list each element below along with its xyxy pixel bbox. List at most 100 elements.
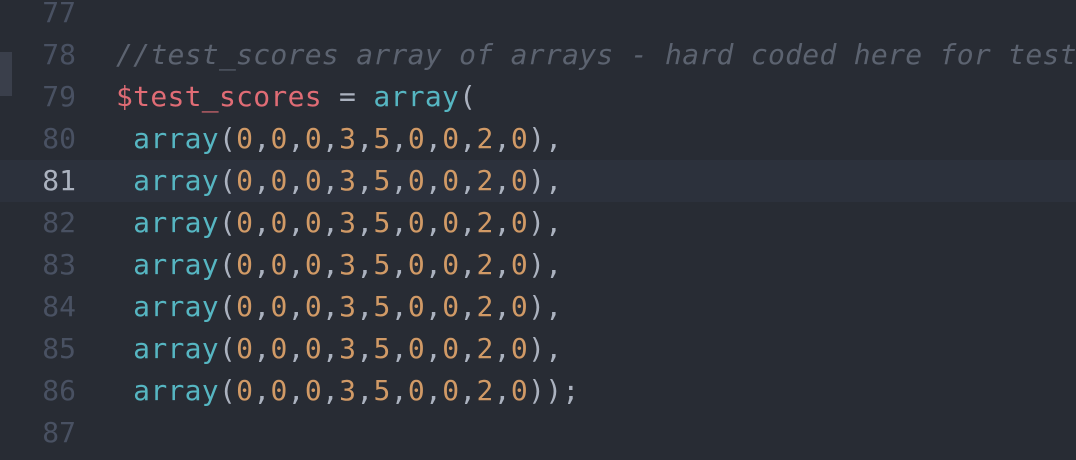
token-punct: , [322,290,340,323]
token-num: 5 [373,248,391,281]
token-punct: , [287,290,305,323]
token-punct: , [390,164,408,197]
line-number: 77 [42,0,76,29]
code-text[interactable]: array(0,0,0,3,5,0,0,2,0)); [116,370,580,412]
token-num: 0 [304,164,322,197]
token-fn: array [133,332,219,365]
token-num: 2 [476,164,494,197]
token-punct: ( [218,374,237,407]
token-punct: , [322,374,340,407]
token-num: 0 [407,122,426,155]
token-op [116,332,133,365]
code-line[interactable]: 80 array(0,0,0,3,5,0,0,2,0), [0,118,1076,160]
code-text[interactable]: array(0,0,0,3,5,0,0,2,0), [116,328,562,370]
token-num: 0 [270,248,288,281]
token-punct: , [322,248,340,281]
code-line[interactable]: 77 [0,0,1076,34]
token-num: 5 [373,164,391,197]
code-line[interactable]: 78 //test_scores array of arrays - hard c… [0,34,1076,76]
token-punct: , [287,122,305,155]
token-num: 0 [304,248,322,281]
token-punct: )); [528,374,580,407]
token-num: 5 [373,122,391,155]
token-num: 2 [476,290,494,323]
code-text[interactable]: array(0,0,0,3,5,0,0,2,0), [116,160,562,202]
token-punct: , [356,248,374,281]
token-punct: , [459,332,477,365]
token-num: 0 [510,374,529,407]
token-punct: ), [528,164,563,197]
code-line[interactable]: 86 array(0,0,0,3,5,0,0,2,0)); [0,370,1076,412]
token-punct: , [493,290,511,323]
token-punct: , [322,122,340,155]
code-text[interactable]: array(0,0,0,3,5,0,0,2,0), [116,118,562,160]
token-punct: , [459,248,477,281]
token-punct: , [493,248,511,281]
token-num: 0 [510,248,529,281]
line-number: 78 [42,38,76,71]
code-line[interactable]: 87 [0,412,1076,454]
code-text[interactable]: array(0,0,0,3,5,0,0,2,0), [116,286,562,328]
token-punct: , [493,206,511,239]
code-line[interactable]: 84 array(0,0,0,3,5,0,0,2,0), [0,286,1076,328]
code-text[interactable]: $test_scores = array( [116,76,476,118]
code-line[interactable]: 82 array(0,0,0,3,5,0,0,2,0), [0,202,1076,244]
code-line[interactable]: 83 array(0,0,0,3,5,0,0,2,0), [0,244,1076,286]
token-punct: , [493,122,511,155]
token-num: 0 [304,122,322,155]
token-num: 0 [270,164,288,197]
token-num: 0 [236,164,254,197]
token-num: 0 [442,164,460,197]
token-punct: ), [528,248,563,281]
token-fn: array [133,122,219,155]
token-punct: , [459,290,477,323]
token-punct: , [253,332,271,365]
line-number: 87 [42,416,76,449]
token-op: = [321,80,374,113]
token-punct: , [390,374,408,407]
token-num: 3 [339,248,357,281]
code-text[interactable]: array(0,0,0,3,5,0,0,2,0), [116,244,562,286]
token-punct: , [425,164,443,197]
code-editor[interactable]: 77 78 //test_scores array of arrays - hard… [0,0,1076,460]
token-punct: , [493,374,511,407]
token-punct: , [459,164,477,197]
token-num: 0 [407,332,426,365]
code-text[interactable]: //test_scores array of arrays - hard cod… [116,34,1076,76]
code-text[interactable]: array(0,0,0,3,5,0,0,2,0), [116,202,562,244]
token-punct: , [253,290,271,323]
token-punct: , [459,374,477,407]
token-punct: , [287,164,305,197]
token-punct: , [390,248,408,281]
line-number: 84 [42,290,76,323]
token-punct: , [425,290,443,323]
token-fn: array [133,374,219,407]
line-number: 83 [42,248,76,281]
code-line-active[interactable]: 81 array(0,0,0,3,5,0,0,2,0), [0,160,1076,202]
token-num: 0 [236,374,254,407]
token-num: 0 [236,248,254,281]
code-line[interactable]: 85 array(0,0,0,3,5,0,0,2,0), [0,328,1076,370]
token-num: 0 [304,374,322,407]
token-num: 0 [236,290,254,323]
token-num: 0 [236,206,254,239]
token-punct: ), [528,122,563,155]
token-punct: , [253,248,271,281]
token-num: 0 [442,122,460,155]
token-op [116,122,133,155]
token-punct: ( [459,80,477,113]
token-fn: array [133,164,219,197]
token-punct: ( [218,164,237,197]
code-line[interactable]: 79 $test_scores = array( [0,76,1076,118]
token-num: 0 [270,122,288,155]
token-punct: , [253,164,271,197]
token-punct: ( [218,248,237,281]
token-num: 0 [236,332,254,365]
token-num: 0 [407,374,426,407]
token-punct: , [322,332,340,365]
token-punct: , [425,206,443,239]
token-punct: ( [218,332,237,365]
token-op [116,290,133,323]
token-punct: , [287,332,305,365]
token-num: 2 [476,332,494,365]
